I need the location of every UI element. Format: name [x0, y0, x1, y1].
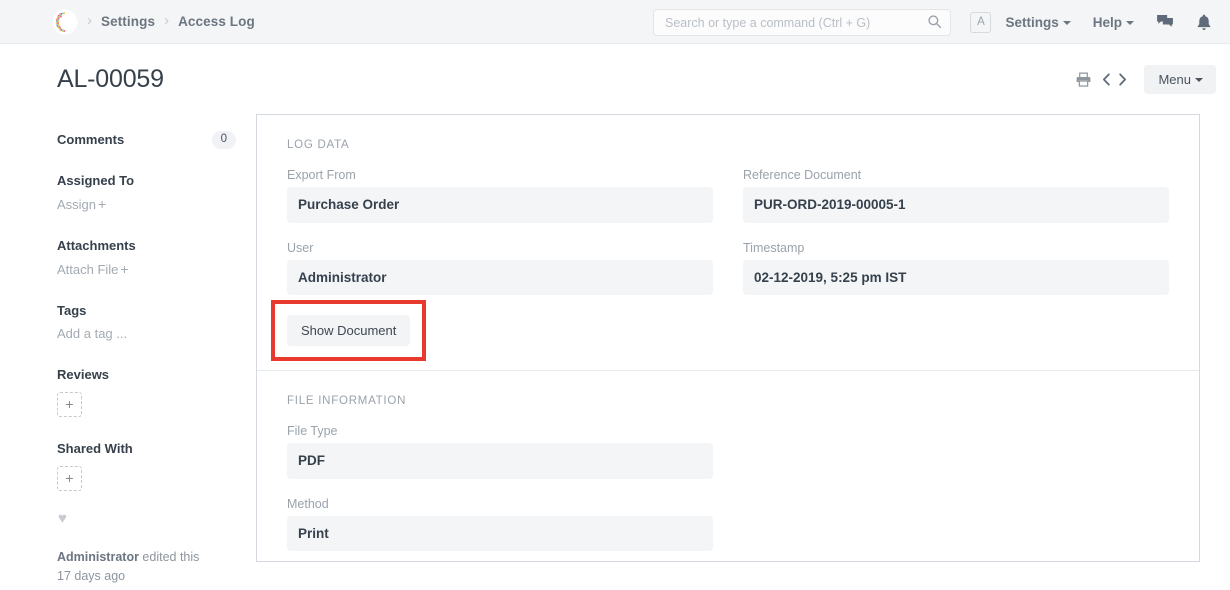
show-document-button[interactable]: Show Document — [287, 315, 411, 347]
breadcrumb-separator-2: › — [164, 12, 170, 29]
field-method-value[interactable]: Print — [287, 515, 713, 552]
like-heart-icon[interactable]: ♥ — [58, 511, 67, 526]
section-log-data: LOG DATA Export From Purchase Order User… — [257, 115, 1199, 362]
file-information-grid: File Type PDF Method Print — [287, 424, 1169, 569]
next-record-button[interactable] — [1116, 72, 1129, 87]
tags-label: Tags — [57, 302, 87, 318]
sidebar-item-comments[interactable]: Comments 0 — [57, 131, 256, 149]
navbar-right-cluster: A Settings Help — [970, 0, 1214, 44]
menu-button[interactable]: Menu — [1144, 64, 1216, 94]
show-document-wrapper: Show Document — [271, 300, 427, 362]
nav-settings-label: Settings — [1005, 14, 1059, 30]
search-input[interactable] — [653, 9, 951, 36]
page-header-actions: Menu — [1075, 44, 1216, 114]
page-title: AL-00059 — [57, 64, 164, 93]
sidebar-section-reviews: Reviews + — [57, 368, 256, 417]
breadcrumb-settings[interactable]: Settings — [101, 14, 155, 29]
field-export-from-label: Export From — [287, 168, 356, 182]
field-timestamp: Timestamp 02-12-2019, 5:25 pm IST — [743, 241, 1169, 296]
breadcrumb-access-log[interactable]: Access Log — [178, 14, 255, 29]
form-sidebar: Comments 0 Assigned To Assign + Attachmen… — [0, 114, 256, 590]
chevron-down-icon — [1195, 77, 1203, 82]
field-user-value[interactable]: Administrator — [287, 259, 713, 296]
field-method-label: Method — [287, 496, 329, 511]
section-log-data-title: LOG DATA — [287, 139, 350, 151]
prev-record-button[interactable] — [1100, 72, 1113, 87]
attach-file-label: Attach File — [57, 261, 119, 277]
reviews-label: Reviews — [57, 366, 110, 382]
sidebar-section-assigned-to: Assigned To Assign + — [57, 174, 256, 214]
field-method: Method Print — [287, 497, 713, 552]
page-header: AL-00059 Menu — [0, 44, 1230, 114]
file-information-right-column — [743, 424, 1169, 569]
page-body: Comments 0 Assigned To Assign + Attachmen… — [0, 114, 1230, 590]
last-edited-time: 17 days ago — [57, 569, 126, 584]
form-content-panel: LOG DATA Export From Purchase Order User… — [256, 114, 1200, 562]
add-review-button[interactable]: + — [57, 391, 82, 417]
assigned-to-label: Assigned To — [57, 172, 135, 188]
menu-button-label: Menu — [1158, 71, 1191, 87]
field-file-type-value[interactable]: PDF — [287, 443, 713, 479]
assign-button[interactable]: Assign + — [57, 196, 106, 212]
field-reference-document: Reference Document PUR-ORD-2019-00005-1 — [743, 168, 1169, 223]
section-file-information-title: FILE INFORMATION — [287, 395, 407, 408]
nav-help-label: Help — [1092, 14, 1122, 30]
chevron-down-icon — [1126, 20, 1134, 25]
last-edited-action: edited this — [138, 550, 200, 564]
field-export-from-value[interactable]: Purchase Order — [287, 187, 713, 223]
section-file-information: FILE INFORMATION File Type PDF Method Pr… — [257, 370, 1199, 569]
attachments-label: Attachments — [57, 237, 136, 253]
global-search — [653, 9, 951, 36]
log-data-left-column: Export From Purchase Order User Administ… — [271, 168, 713, 362]
sidebar-section-tags: Tags Add a tag ... — [57, 304, 256, 343]
navbar-left-cluster: › Settings › Access Log — [0, 9, 255, 35]
field-timestamp-label: Timestamp — [743, 240, 805, 255]
shared-with-label: Shared With — [57, 440, 133, 456]
chat-icon[interactable] — [1156, 13, 1174, 31]
print-icon[interactable] — [1075, 71, 1092, 88]
nav-settings-menu[interactable]: Settings — [1005, 14, 1071, 30]
field-user: User Administrator — [287, 241, 713, 296]
field-timestamp-value[interactable]: 02-12-2019, 5:25 pm IST — [743, 259, 1169, 296]
nav-help-menu[interactable]: Help — [1093, 15, 1134, 30]
last-edited-user: Administrator — [57, 550, 139, 564]
field-reference-document-label: Reference Document — [743, 168, 862, 182]
chevron-down-icon — [1062, 20, 1071, 25]
avatar[interactable]: A — [970, 11, 992, 33]
field-user-label: User — [287, 240, 314, 255]
add-share-button[interactable]: + — [57, 465, 82, 491]
add-tag-input[interactable]: Add a tag ... — [57, 326, 127, 341]
top-navbar: › Settings › Access Log A Settings Help — [0, 0, 1230, 44]
assign-label: Assign — [57, 196, 97, 212]
field-file-type-label: File Type — [287, 424, 338, 439]
last-edited-info: Administrator edited this 17 days ago — [57, 548, 247, 587]
plus-icon: + — [120, 260, 129, 277]
plus-icon: + — [98, 195, 107, 212]
attach-file-button[interactable]: Attach File + — [57, 261, 129, 277]
sidebar-section-attachments: Attachments Attach File + — [57, 239, 256, 279]
frappe-logo[interactable] — [52, 9, 78, 35]
sidebar-section-shared-with: Shared With + — [57, 442, 256, 491]
breadcrumb-separator-1: › — [87, 12, 92, 29]
bell-icon[interactable] — [1196, 14, 1212, 31]
field-export-from: Export From Purchase Order — [287, 168, 713, 223]
log-data-right-column: Reference Document PUR-ORD-2019-00005-1 … — [743, 168, 1169, 346]
field-file-type: File Type PDF — [287, 424, 713, 479]
comments-count-badge: 0 — [211, 131, 236, 149]
log-data-grid: Export From Purchase Order User Administ… — [271, 168, 1169, 362]
comments-label: Comments — [57, 132, 125, 148]
file-information-left-column: File Type PDF Method Print — [287, 424, 713, 569]
field-reference-document-value[interactable]: PUR-ORD-2019-00005-1 — [743, 187, 1169, 223]
